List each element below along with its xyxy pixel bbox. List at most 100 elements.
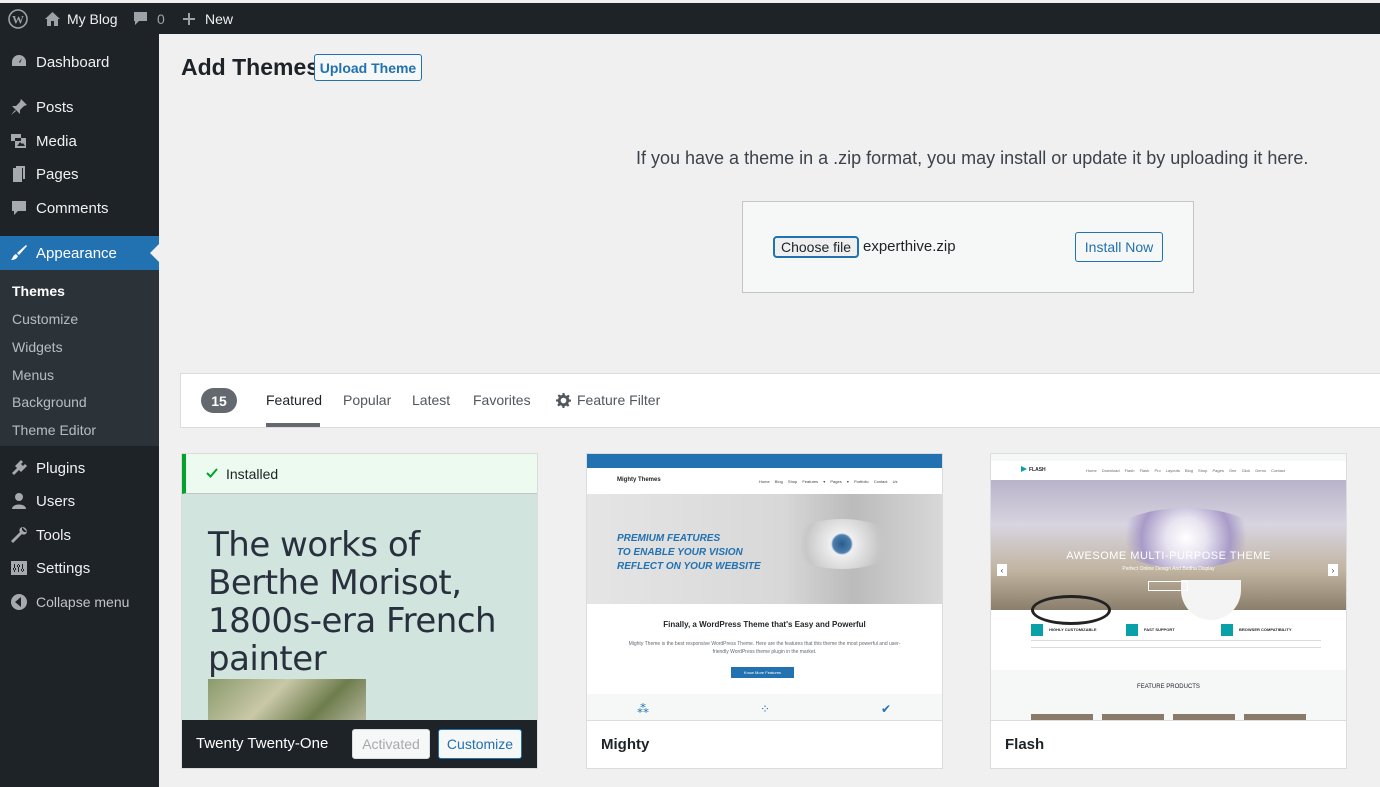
admin-sidebar: Dashboard Posts Media Pages Comments App… (0, 34, 159, 787)
theme-count-badge: 15 (201, 388, 237, 413)
settings-icon (10, 559, 28, 577)
menu-label: Tools (36, 526, 72, 544)
tab-favorites[interactable]: Favorites (473, 392, 531, 408)
upload-description: If you have a theme in a .zip format, yo… (636, 148, 1309, 168)
feature-title: FAST SUPPORT (1144, 627, 1175, 632)
submenu-widgets[interactable]: Widgets (12, 339, 63, 355)
menu-label: Plugins (36, 459, 86, 477)
menu-label: Dashboard (36, 53, 110, 71)
menu-collapse[interactable]: Collapse menu (0, 585, 159, 619)
brush-icon (10, 244, 28, 262)
preview-menu: Home Blog Shop Features ▾ Pages ▾ Portfo… (759, 479, 898, 484)
install-now-button[interactable]: Install Now (1075, 232, 1163, 262)
tab-popular[interactable]: Popular (343, 392, 391, 408)
customize-button[interactable]: Customize (438, 729, 522, 759)
home-icon (45, 11, 60, 26)
menu-tools[interactable]: Tools (0, 518, 159, 552)
menu-label: Appearance (36, 244, 117, 262)
theme-card-mighty[interactable]: Mighty Themes Home Blog Shop Features ▾ … (586, 453, 943, 769)
menu-media[interactable]: Media (0, 124, 159, 158)
preview-hero-title: AWESOME MULTI-PURPOSE THEME (1066, 550, 1271, 562)
theme-screenshot[interactable]: Mighty Themes Home Blog Shop Features ▾ … (587, 454, 942, 720)
preview-logo: FLASH (1029, 467, 1046, 473)
pin-icon (10, 98, 28, 116)
feature-icon (1031, 624, 1043, 636)
theme-screenshot[interactable]: FLASH Home Download Flash Flash Pro Layo… (991, 454, 1346, 720)
page-title: Add Themes (181, 54, 320, 80)
menu-comments[interactable]: Comments (0, 191, 159, 225)
installed-notice: Installed (182, 454, 537, 494)
preview-hero: AWESOME MULTI-PURPOSE THEME Perfect Onli… (991, 480, 1346, 625)
preview-hero-subtitle: Perfect Online Design And Bettha Display (1122, 566, 1215, 572)
hero-line: REFLECT ON YOUR WEBSITE (617, 561, 761, 572)
feature-icon (1221, 624, 1233, 636)
comments-count: 0 (157, 10, 165, 27)
upload-theme-button[interactable]: Upload Theme (314, 54, 422, 81)
dashboard-icon (10, 53, 28, 71)
menu-appearance[interactable]: Appearance (0, 236, 159, 270)
menu-plugins[interactable]: Plugins (0, 451, 159, 485)
preview-top-bar (991, 454, 1346, 461)
tab-featured[interactable]: Featured (266, 392, 322, 408)
theme-preview-painting (208, 679, 366, 720)
menu-label: Posts (36, 98, 74, 116)
theme-name-bar: Flash (991, 720, 1346, 768)
svg-text:W: W (12, 12, 24, 26)
appearance-submenu: Themes Customize Widgets Menus Backgroun… (0, 270, 159, 446)
tab-latest[interactable]: Latest (412, 392, 450, 408)
preview-cup-image (1181, 580, 1241, 620)
menu-label: Media (36, 132, 77, 150)
feature-text (1031, 640, 1131, 648)
collapse-icon (10, 593, 28, 611)
comments-link[interactable]: 0 (133, 3, 165, 34)
hero-line: PREMIUM FEATURES (617, 533, 721, 544)
theme-name-bar: Mighty (587, 720, 942, 768)
wordpress-logo-icon[interactable]: W (8, 3, 28, 34)
admin-bar: W My Blog 0 New (0, 0, 1380, 34)
menu-pages[interactable]: Pages (0, 157, 159, 191)
preview-logo: Mighty Themes (617, 477, 661, 483)
user-icon (10, 492, 28, 510)
preview-products-title: FEATURE PRODUCTS (1137, 684, 1200, 690)
choose-file-button[interactable]: Choose file (773, 236, 859, 258)
theme-card-twenty-twenty-one[interactable]: The works of Berthe Morisot, 1800s-era F… (181, 453, 538, 769)
menu-users[interactable]: Users (0, 484, 159, 518)
feature-filter-button[interactable]: Feature Filter (556, 392, 660, 408)
submenu-background[interactable]: Background (12, 394, 87, 410)
menu-label: Comments (36, 199, 109, 217)
theme-card-flash[interactable]: FLASH Home Download Flash Flash Pro Layo… (990, 453, 1347, 769)
site-name-link[interactable]: My Blog (44, 3, 118, 34)
preview-hero-button (1148, 581, 1188, 591)
menu-dashboard[interactable]: Dashboard (0, 45, 159, 79)
menu-label: Settings (36, 559, 91, 577)
submenu-menus[interactable]: Menus (12, 367, 54, 383)
menu-label: Collapse menu (36, 594, 130, 610)
preview-products-band (991, 670, 1346, 720)
wrench-icon (10, 526, 28, 544)
submenu-themes[interactable]: Themes (12, 283, 65, 299)
installed-label: Installed (226, 466, 279, 482)
feature-text (1126, 640, 1226, 648)
menu-posts[interactable]: Posts (0, 90, 159, 124)
checkmark-icon (206, 468, 218, 478)
plugin-icon (10, 459, 28, 477)
submenu-customize[interactable]: Customize (12, 311, 78, 327)
selected-file-name: experthive.zip (863, 238, 956, 255)
comment-icon (10, 199, 28, 217)
feature-filter-label: Feature Filter (577, 392, 661, 408)
hero-line: TO ENABLE YOUR VISION (617, 547, 743, 558)
new-content-link[interactable]: New (182, 3, 233, 34)
feature-icon (1126, 624, 1138, 636)
preview-top-bar (587, 454, 942, 468)
comment-icon (134, 12, 147, 25)
preview-subtitle: Finally, a WordPress Theme that's Easy a… (663, 620, 866, 629)
preview-hero-text: PREMIUM FEATURES TO ENABLE YOUR VISION R… (617, 532, 787, 574)
menu-settings[interactable]: Settings (0, 551, 159, 585)
feature-text (1221, 640, 1321, 648)
submenu-theme-editor[interactable]: Theme Editor (12, 422, 96, 438)
preview-button: Know More Features (731, 667, 794, 678)
new-label: New (205, 10, 234, 27)
media-icon (10, 132, 28, 150)
preview-glasses-image (1031, 595, 1111, 625)
menu-label: Pages (36, 165, 79, 183)
